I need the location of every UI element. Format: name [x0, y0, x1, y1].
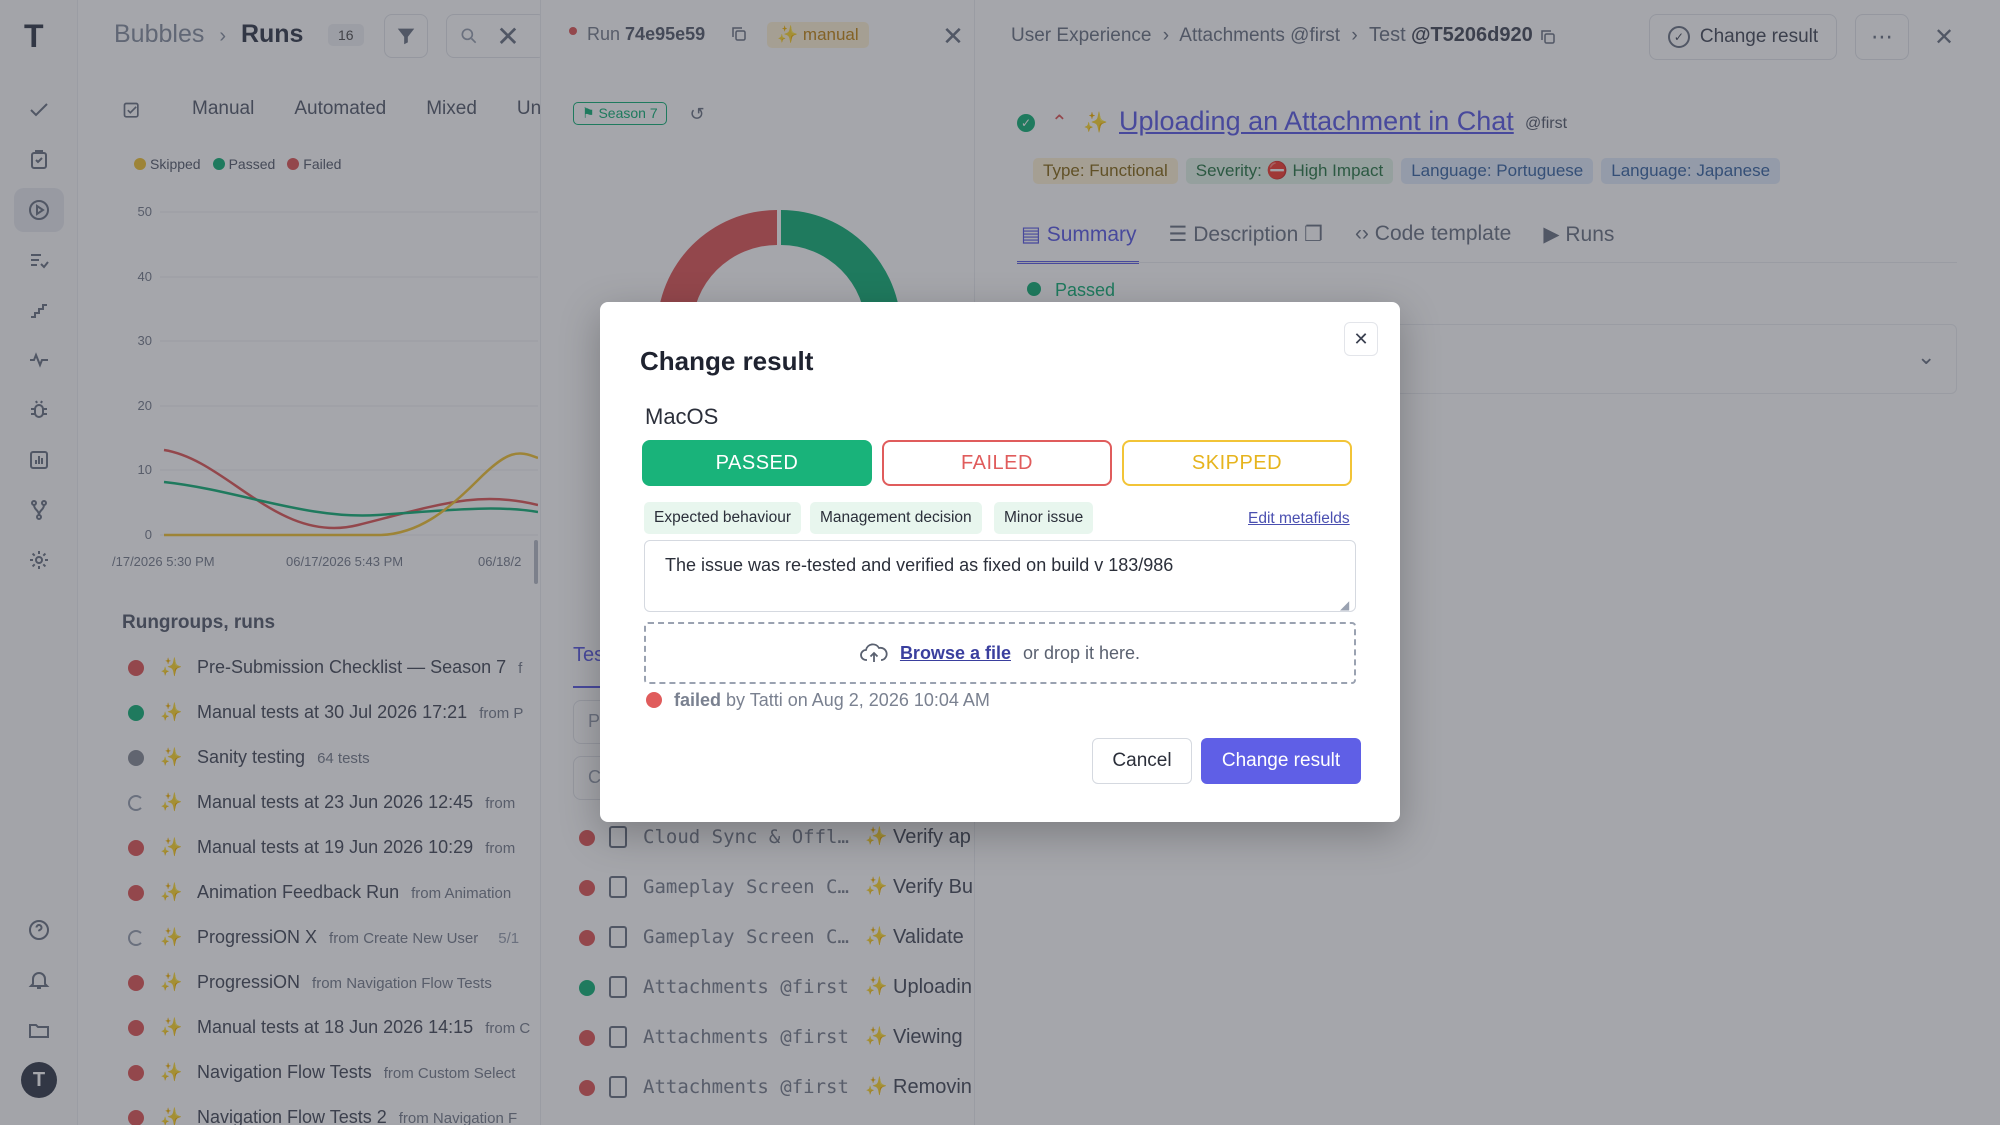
- cancel-button[interactable]: Cancel: [1092, 738, 1192, 784]
- result-skipped-button[interactable]: SKIPPED: [1122, 440, 1352, 486]
- history-status: failed: [674, 690, 722, 710]
- tag-minor-issue[interactable]: Minor issue: [994, 502, 1094, 534]
- result-passed-button[interactable]: PASSED: [642, 440, 872, 486]
- result-failed-button[interactable]: FAILED: [882, 440, 1112, 486]
- modal-title: Change result: [640, 346, 814, 376]
- result-message-textarea[interactable]: The issue was re-tested and verified as …: [644, 540, 1356, 612]
- result-history: failed by Tatti on Aug 2, 2026 10:04 AM: [674, 690, 990, 711]
- close-modal-icon[interactable]: ✕: [1344, 322, 1378, 356]
- file-dropzone[interactable]: Browse a file or drop it here.: [644, 622, 1356, 684]
- tag-management-decision[interactable]: Management decision: [810, 502, 982, 534]
- tag-expected-behaviour[interactable]: Expected behaviour: [644, 502, 802, 534]
- change-result-submit-button[interactable]: Change result: [1201, 738, 1361, 784]
- resize-handle-icon[interactable]: ◢: [1340, 598, 1349, 612]
- history-details: by Tatti on Aug 2, 2026 10:04 AM: [726, 690, 990, 710]
- upload-cloud-icon: [860, 643, 888, 662]
- history-status-dot: [646, 692, 662, 708]
- drop-hint: or drop it here.: [1022, 642, 1141, 663]
- edit-metafields-link[interactable]: Edit metafields: [1248, 510, 1350, 528]
- browse-file-link[interactable]: Browse a file: [900, 643, 1011, 664]
- environment-label: MacOS: [645, 404, 719, 429]
- change-result-modal: Change result ✕ MacOS PASSED FAILED SKIP…: [600, 302, 1400, 822]
